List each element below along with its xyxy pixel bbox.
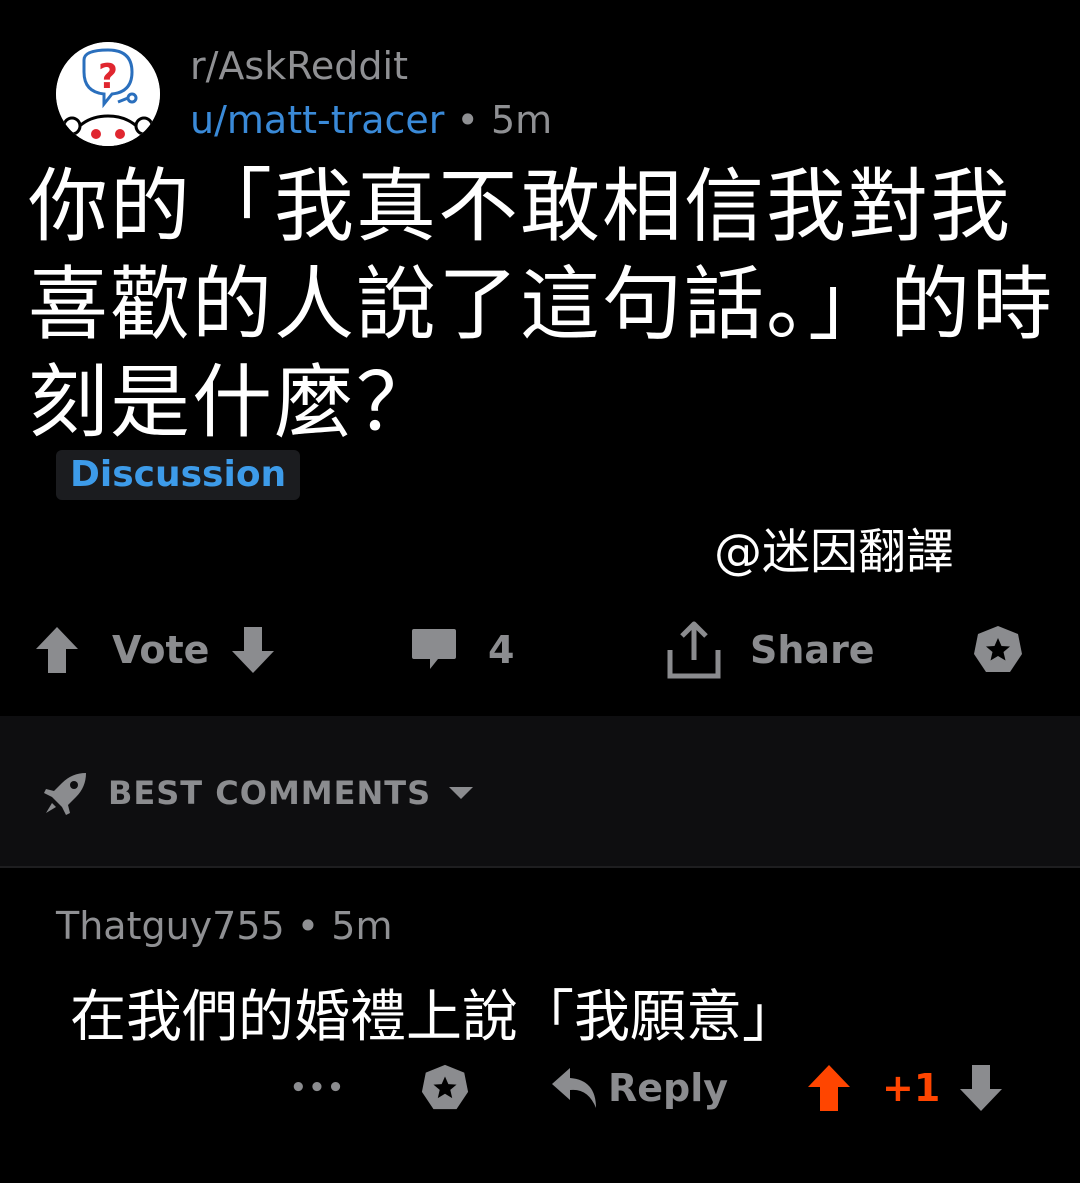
subreddit-name[interactable]: r/AskReddit	[190, 44, 408, 88]
reply-arrow-icon	[552, 1068, 596, 1108]
comment-action-bar: ••• Reply +1	[0, 1058, 1080, 1118]
award-button[interactable]	[972, 614, 1024, 686]
speech-bubble-icon	[412, 629, 456, 669]
award-icon	[974, 626, 1022, 672]
upvote-button[interactable]	[34, 614, 80, 686]
arrow-up-icon	[36, 627, 78, 673]
meta-separator: •	[444, 98, 491, 142]
post-author-link[interactable]: u/matt-tracer	[190, 98, 444, 142]
post-card: ? r/AskReddit u/matt-tracer • 5m 你的「我真不敢…	[0, 0, 1080, 716]
downvote-button[interactable]	[230, 614, 276, 686]
caret-down-icon	[449, 787, 474, 799]
reply-label: Reply	[608, 1066, 729, 1110]
comment-meta-separator: •	[284, 904, 332, 948]
sort-label: BEST COMMENTS	[108, 774, 432, 812]
reply-button[interactable]: Reply	[550, 1058, 728, 1118]
share-label: Share	[750, 628, 875, 672]
arrow-up-icon	[808, 1065, 850, 1111]
post-action-bar: Vote 4 Share	[0, 614, 1080, 686]
sort-comments-dropdown[interactable]: BEST COMMENTS	[42, 768, 475, 818]
share-button[interactable]: Share	[666, 614, 875, 686]
arrow-down-icon	[232, 627, 274, 673]
comment-upvote-button[interactable]	[806, 1058, 852, 1118]
post-title[interactable]: 你的「我真不敢相信我對我喜歡的人說了這句話。」的時刻是什麼？	[28, 158, 1058, 452]
askreddit-snoo-icon: ?	[56, 42, 160, 146]
arrow-down-icon	[960, 1065, 1002, 1111]
rocket-icon	[44, 773, 86, 815]
more-options-button[interactable]: •••	[290, 1058, 346, 1118]
comments-button[interactable]: 4	[410, 614, 514, 686]
comment-award-button[interactable]	[420, 1058, 470, 1118]
award-icon	[421, 1064, 469, 1110]
comment-count: 4	[488, 628, 515, 672]
comment-score: +1	[882, 1066, 941, 1110]
vote-label: Vote	[112, 628, 210, 672]
comment-downvote-button[interactable]	[958, 1058, 1004, 1118]
comment-item: Thatguy755 • 5m 在我們的婚禮上說「我願意」 ••• Reply …	[0, 868, 1080, 1183]
post-time: 5m	[490, 98, 553, 142]
comment-author[interactable]: Thatguy755	[56, 904, 285, 948]
watermark-text: @迷因翻譯	[714, 524, 955, 580]
svg-text:?: ?	[98, 57, 118, 97]
post-meta: u/matt-tracer • 5m	[190, 98, 552, 142]
subreddit-avatar[interactable]: ?	[56, 42, 160, 146]
share-icon	[667, 621, 721, 679]
comment-time: 5m	[331, 904, 393, 948]
post-flair[interactable]: Discussion	[56, 450, 301, 500]
comment-body: 在我們的婚禮上說「我願意」	[70, 985, 798, 1050]
comment-meta: Thatguy755 • 5m	[56, 904, 393, 948]
